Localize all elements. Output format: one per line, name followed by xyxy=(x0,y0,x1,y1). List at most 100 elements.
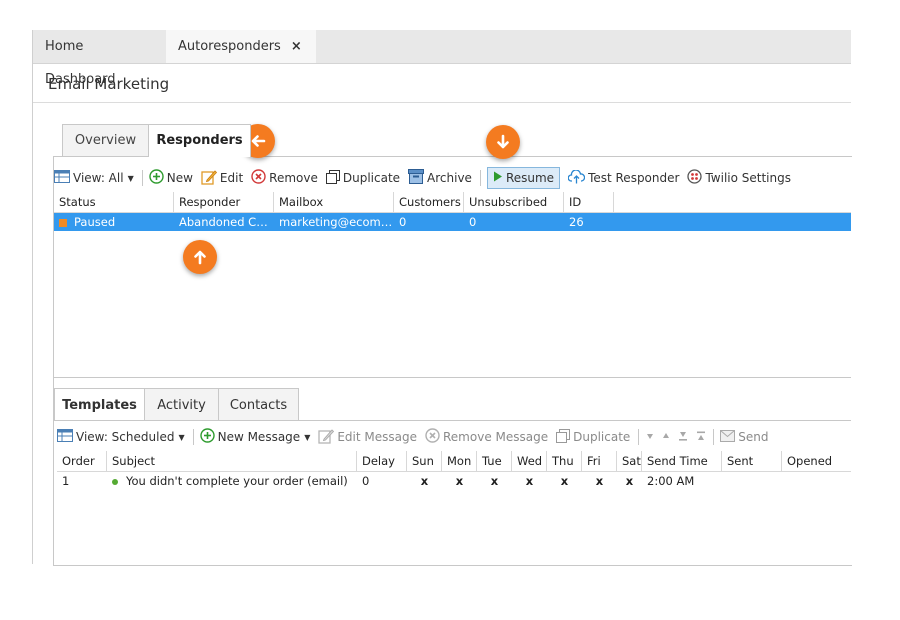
tab-contacts-label: Contacts xyxy=(229,398,288,413)
row-status: Paused xyxy=(54,213,174,231)
row-tue: x xyxy=(490,474,499,488)
col-tue[interactable]: Tue xyxy=(477,451,512,471)
view-scheduled-dropdown[interactable]: View: Scheduled ▼ xyxy=(57,429,185,445)
bottom-tabs-border xyxy=(54,420,851,421)
remove-icon xyxy=(251,169,266,187)
col-id[interactable]: ID xyxy=(564,192,614,212)
col-sat[interactable]: Sat xyxy=(617,451,642,471)
tab-autoresponders[interactable]: Autoresponders × xyxy=(166,30,316,63)
close-tab-icon[interactable]: × xyxy=(291,39,302,54)
tab-overview[interactable]: Overview xyxy=(62,124,149,156)
edit-icon xyxy=(318,428,335,447)
row-sent xyxy=(722,472,782,490)
view-scheduled-label: View: Scheduled xyxy=(76,430,175,444)
edit-message-button[interactable]: Edit Message xyxy=(318,428,417,447)
row-wed: x xyxy=(525,474,534,488)
cloud-upload-icon xyxy=(567,168,586,187)
panel-divider xyxy=(54,377,851,378)
row-mon: x xyxy=(455,474,464,488)
duplicate-message-label: Duplicate xyxy=(573,430,631,444)
col-mailbox[interactable]: Mailbox xyxy=(274,192,394,212)
col-fri[interactable]: Fri xyxy=(582,451,617,471)
col-opened[interactable]: Opened xyxy=(782,451,851,471)
row-fri: x xyxy=(595,474,604,488)
chevron-down-icon: ▼ xyxy=(127,173,134,183)
tab-activity-label: Activity xyxy=(157,398,206,413)
top-tab-bar: Home Dashboard Autoresponders × xyxy=(33,30,851,87)
responder-toolbar: View: All ▼ New Edit Remove Duplicate Ar… xyxy=(54,166,799,190)
move-up-button[interactable] xyxy=(661,430,671,444)
row-delay: 0 xyxy=(362,474,370,488)
row-send-time: 2:00 AM xyxy=(647,474,695,488)
row-customers: 0 xyxy=(399,215,407,229)
move-bottom-button[interactable] xyxy=(677,430,689,445)
tab-contacts[interactable]: Contacts xyxy=(218,388,299,421)
play-icon xyxy=(493,171,503,185)
twilio-settings-label: Twilio Settings xyxy=(705,171,791,185)
table-row[interactable]: 1 You didn't complete your order (email)… xyxy=(57,472,851,490)
templates-table-header: Order Subject Delay Sun Mon Tue Wed Thu … xyxy=(57,451,851,472)
send-button[interactable]: Send xyxy=(720,429,769,445)
col-order[interactable]: Order xyxy=(57,451,107,471)
col-subject[interactable]: Subject xyxy=(107,451,357,471)
tab-responders-label: Responders xyxy=(156,133,243,148)
app-window: Home Dashboard Autoresponders × Email Mar… xyxy=(32,30,852,566)
col-mon[interactable]: Mon xyxy=(442,451,477,471)
add-icon xyxy=(199,428,215,446)
twilio-icon xyxy=(687,169,703,187)
col-thu[interactable]: Thu xyxy=(547,451,582,471)
col-unsubscribed[interactable]: Unsubscribed xyxy=(464,192,564,212)
tab-templates-label: Templates xyxy=(62,398,137,413)
row-unsubscribed: 0 xyxy=(469,215,477,229)
test-responder-label: Test Responder xyxy=(588,171,680,185)
resume-button[interactable]: Resume xyxy=(486,167,561,189)
edit-message-label: Edit Message xyxy=(337,430,417,444)
responders-table-header: Status Responder Mailbox Customers Unsub… xyxy=(54,192,851,213)
remove-button[interactable]: Remove xyxy=(251,169,318,187)
test-responder-button[interactable]: Test Responder xyxy=(567,168,680,187)
duplicate-message-button[interactable]: Duplicate xyxy=(556,428,631,446)
col-customers[interactable]: Customers xyxy=(394,192,464,212)
edit-button[interactable]: Edit xyxy=(201,169,243,188)
row-id: 26 xyxy=(569,215,584,229)
tab-responders[interactable]: Responders xyxy=(148,124,251,157)
col-status[interactable]: Status xyxy=(54,192,174,212)
col-sun[interactable]: Sun xyxy=(407,451,442,471)
tab-home-dashboard[interactable]: Home Dashboard xyxy=(33,30,166,87)
tab-autoresponders-label: Autoresponders xyxy=(178,39,281,54)
page-title: Email Marketing xyxy=(48,75,170,93)
row-sun: x xyxy=(420,474,429,488)
move-bottom-icon xyxy=(677,430,689,445)
archive-icon xyxy=(408,169,425,187)
toolbar-separator xyxy=(479,170,481,186)
move-down-button[interactable] xyxy=(645,430,655,444)
row-thu: x xyxy=(560,474,569,488)
col-delay[interactable]: Delay xyxy=(357,451,407,471)
send-label: Send xyxy=(738,430,769,444)
remove-message-button[interactable]: Remove Message xyxy=(425,428,548,446)
new-message-label: New Message xyxy=(217,430,301,444)
add-icon xyxy=(149,169,164,187)
table-row[interactable]: Paused Abandoned Cart... marketing@ecomm… xyxy=(54,213,851,231)
col-wed[interactable]: Wed xyxy=(512,451,547,471)
new-button[interactable]: New xyxy=(149,169,193,187)
duplicate-button[interactable]: Duplicate xyxy=(325,169,400,187)
view-all-dropdown[interactable]: View: All ▼ xyxy=(54,170,134,186)
tab-activity[interactable]: Activity xyxy=(144,388,219,421)
arrow-up-icon xyxy=(194,250,206,265)
col-send-time[interactable]: Send Time xyxy=(642,451,722,471)
move-top-button[interactable] xyxy=(695,430,707,445)
status-dot-icon xyxy=(112,478,118,485)
table-view-icon xyxy=(54,170,70,186)
row-status-label: Paused xyxy=(74,215,116,229)
edit-icon xyxy=(201,169,217,188)
col-responder[interactable]: Responder xyxy=(174,192,274,212)
archive-button[interactable]: Archive xyxy=(408,169,472,187)
chevron-down-icon: ▼ xyxy=(178,432,185,442)
col-sent[interactable]: Sent xyxy=(722,451,782,471)
tab-templates[interactable]: Templates xyxy=(54,388,145,421)
twilio-settings-button[interactable]: Twilio Settings xyxy=(687,169,791,187)
resume-label: Resume xyxy=(505,171,555,185)
row-responder: Abandoned Cart... xyxy=(179,215,274,229)
new-message-button[interactable]: New Message ▼ xyxy=(199,428,310,446)
